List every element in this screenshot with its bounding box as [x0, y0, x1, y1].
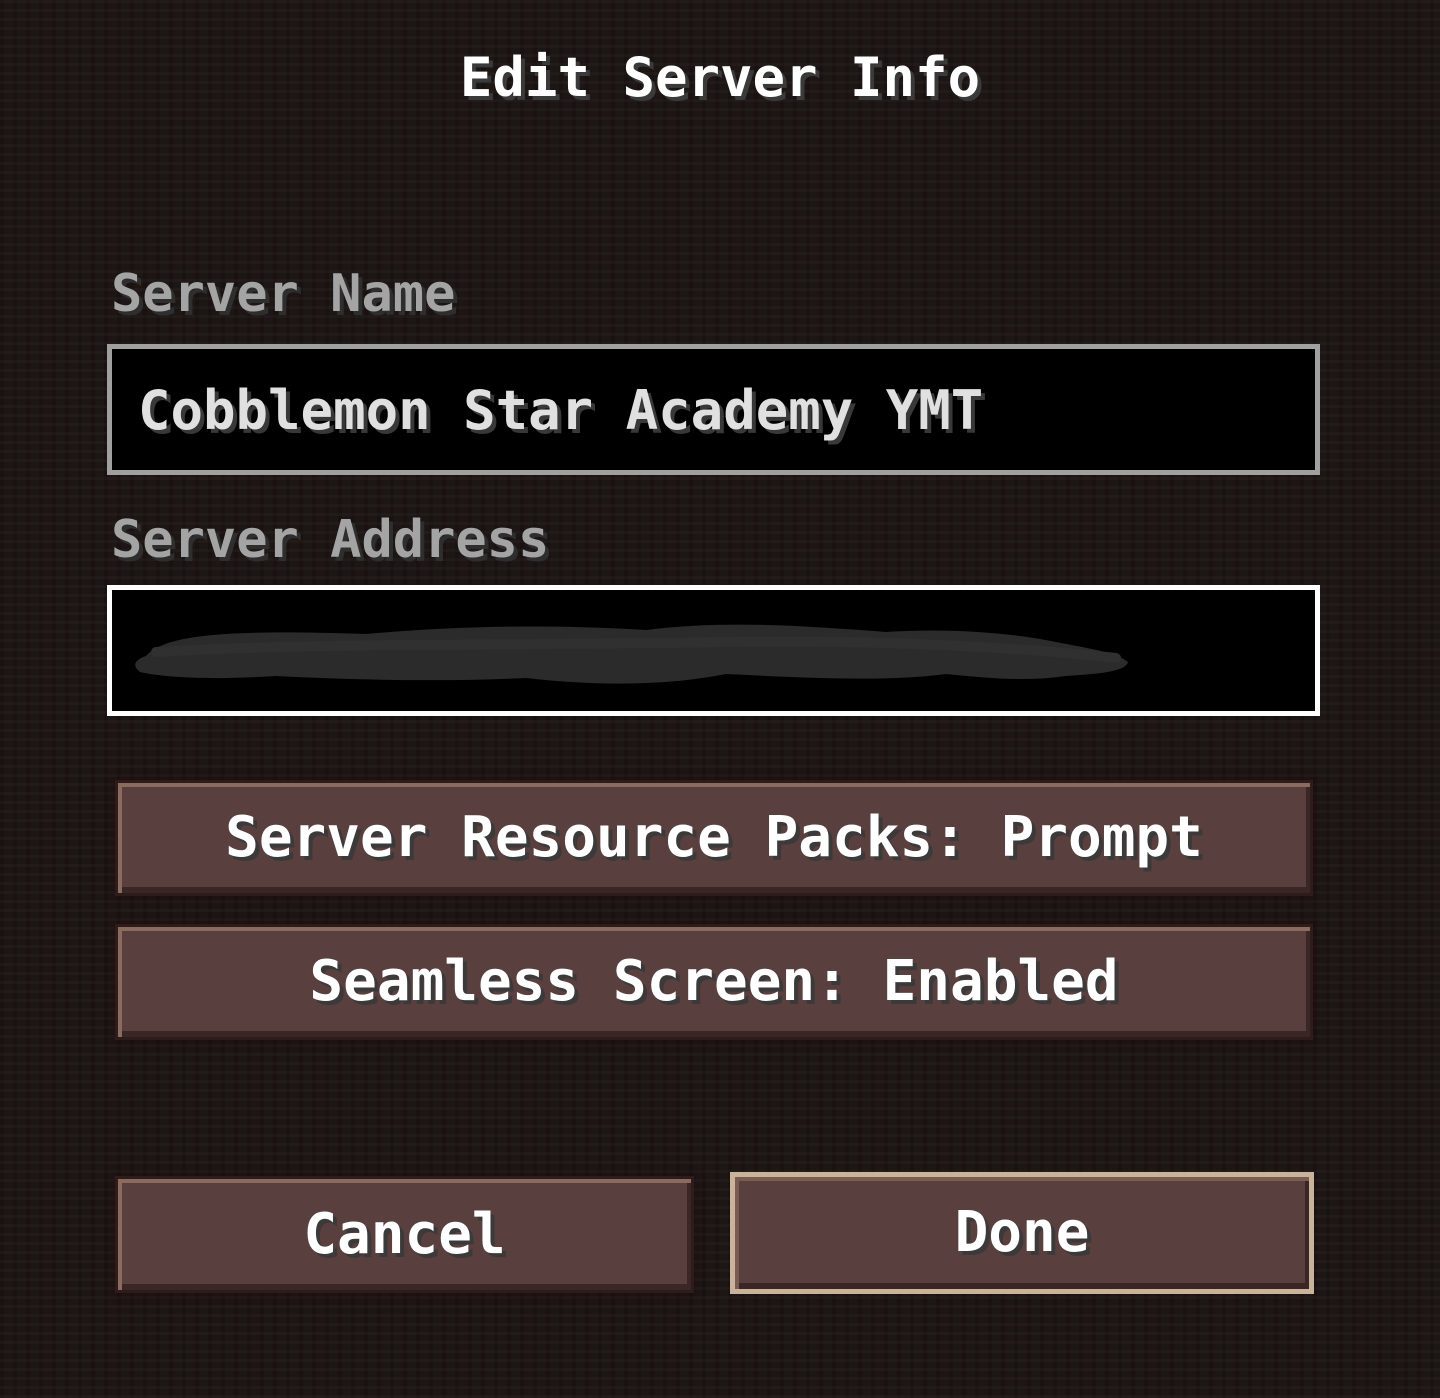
- server-name-input[interactable]: Cobblemon Star Academy YMT: [107, 344, 1320, 475]
- server-address-input[interactable]: [107, 585, 1320, 716]
- done-button[interactable]: Done: [730, 1172, 1314, 1294]
- server-name-label: Server Name: [111, 264, 456, 324]
- resource-packs-label: Server Resource Packs: Prompt: [225, 805, 1203, 870]
- resource-packs-button[interactable]: Server Resource Packs: Prompt: [115, 780, 1313, 896]
- server-address-label: Server Address: [111, 510, 550, 570]
- cancel-button[interactable]: Cancel: [115, 1176, 694, 1293]
- screen-title: Edit Server Info: [459, 46, 981, 109]
- cancel-label: Cancel: [303, 1201, 506, 1267]
- seamless-screen-label: Seamless Screen: Enabled: [309, 949, 1119, 1014]
- server-name-value: Cobblemon Star Academy YMT: [138, 379, 984, 442]
- seamless-screen-button[interactable]: Seamless Screen: Enabled: [115, 924, 1313, 1040]
- done-label: Done: [954, 1200, 1090, 1265]
- address-redaction-scribble: [135, 624, 1128, 684]
